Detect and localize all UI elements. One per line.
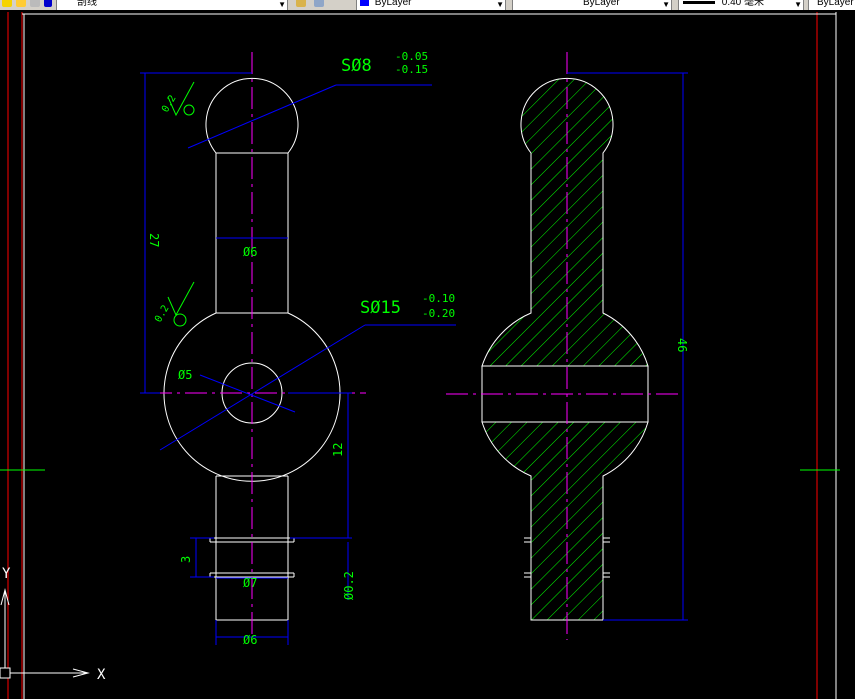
roughness-value-1: 0.2 <box>160 93 179 114</box>
dim-total-46: 46 <box>675 338 689 352</box>
dim-length-12: 12 <box>331 443 345 457</box>
roughness-value-2: 0.2 <box>153 303 172 324</box>
ucs-icon <box>0 588 90 679</box>
section-hatch-upper <box>481 77 649 367</box>
frame-border <box>0 12 840 699</box>
dim-sphere-large-upper: -0.10 <box>422 292 455 305</box>
roughness-symbols <box>167 81 195 327</box>
dim-sphere-large-lower: -0.20 <box>422 307 455 320</box>
dim-dia7-groove: Ø7 <box>243 576 257 590</box>
ucs-y-label: Y <box>2 566 11 582</box>
dim-sphere-small: SØ8 <box>341 56 372 76</box>
drawing-canvas[interactable]: SØ8 -0.05 -0.15 SØ15 -0.10 -0.20 Ø6 Ø5 Ø… <box>0 0 855 699</box>
front-centerlines <box>150 52 366 640</box>
dim-dia5-hole: Ø5 <box>178 368 192 382</box>
dim-length-27: 27 <box>147 233 161 247</box>
dim-dia6-bottom: Ø6 <box>243 633 257 647</box>
dim-tol-02: Ø0.2 <box>342 571 356 600</box>
dim-sphere-large: SØ15 <box>360 298 401 318</box>
dim-dia6-shaft: Ø6 <box>243 245 257 259</box>
section-hatch-lower <box>481 421 649 621</box>
dim-length-3: 3 <box>179 556 193 563</box>
dim-sphere-small-lower: -0.15 <box>395 63 428 76</box>
front-dim-text: SØ8 -0.05 -0.15 SØ15 -0.10 -0.20 Ø6 Ø5 Ø… <box>147 50 455 647</box>
ucs-x-label: X <box>97 667 106 683</box>
section-view[interactable] <box>481 77 649 621</box>
dim-sphere-small-upper: -0.05 <box>395 50 428 63</box>
